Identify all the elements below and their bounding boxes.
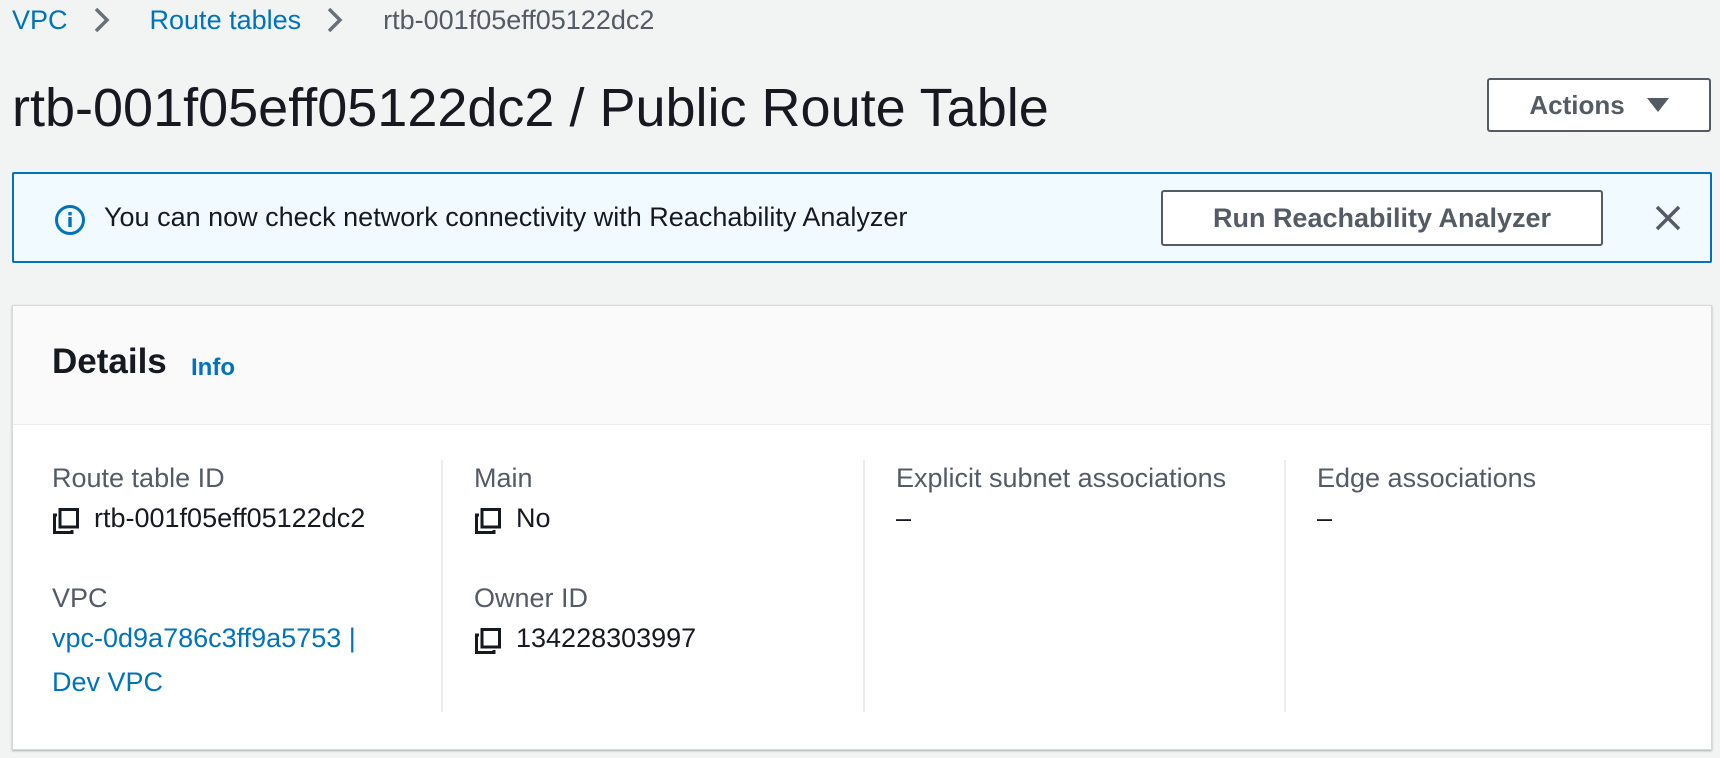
main-value: No	[516, 503, 551, 533]
main-label: Main	[474, 463, 533, 493]
breadcrumb: VPC Route tables rtb-001f05eff05122dc2	[12, 0, 654, 40]
route-table-id-field: Route table ID rtb-001f05eff05122dc2	[52, 460, 365, 540]
explicit-subnet-field: Explicit subnet associations –	[896, 460, 1226, 540]
page-title: rtb-001f05eff05122dc2 / Public Route Tab…	[12, 78, 1049, 138]
route-table-id-value-row: rtb-001f05eff05122dc2	[52, 496, 365, 540]
info-icon	[54, 204, 86, 236]
details-header: Details Info	[13, 306, 1711, 425]
copy-icon[interactable]	[474, 624, 502, 654]
actions-button-label: Actions	[1529, 89, 1625, 120]
route-table-id-value: rtb-001f05eff05122dc2	[94, 503, 366, 533]
details-title: Details	[52, 342, 167, 381]
edge-associations-field: Edge associations –	[1317, 460, 1536, 540]
owner-id-field: Owner ID 134228303997	[474, 580, 696, 660]
breadcrumb-current: rtb-001f05eff05122dc2	[383, 4, 655, 35]
chevron-right-icon	[92, 5, 122, 35]
details-column-3: Explicit subnet associations –	[863, 460, 1245, 712]
edge-associations-value: –	[1317, 503, 1333, 533]
details-columns: Route table ID rtb-001f05eff05122dc2 VPC…	[13, 424, 1711, 749]
main-field: Main No	[474, 460, 551, 540]
close-icon[interactable]	[1648, 198, 1688, 238]
details-column-4: Edge associations –	[1284, 460, 1666, 712]
explicit-subnet-label: Explicit subnet associations	[896, 463, 1227, 493]
route-table-id-label: Route table ID	[52, 463, 225, 493]
chevron-right-icon	[325, 5, 355, 35]
details-column-2: Main No Owner ID 134228303997	[441, 460, 823, 712]
actions-button[interactable]: Actions	[1487, 78, 1711, 132]
vpc-label: VPC	[52, 583, 108, 613]
vpc-field: VPC vpc-0d9a786c3ff9a5753 | Dev VPC	[52, 580, 356, 704]
explicit-subnet-value: –	[896, 503, 912, 533]
vpc-link-line1: vpc-0d9a786c3ff9a5753 |	[52, 623, 356, 653]
run-reachability-analyzer-button[interactable]: Run Reachability Analyzer	[1161, 190, 1603, 246]
main-value-row: No	[474, 496, 551, 540]
owner-id-value-row: 134228303997	[474, 616, 696, 660]
breadcrumb-route-tables[interactable]: Route tables	[150, 5, 302, 36]
details-info-link[interactable]: Info	[191, 354, 235, 382]
owner-id-value: 134228303997	[516, 623, 697, 653]
copy-icon[interactable]	[474, 504, 502, 534]
details-column-1: Route table ID rtb-001f05eff05122dc2 VPC…	[52, 460, 432, 712]
details-panel: Details Info Route table ID rtb-001f05ef…	[12, 305, 1712, 750]
vpc-link-line2: Dev VPC	[52, 667, 164, 697]
reachability-banner: You can now check network connectivity w…	[12, 172, 1712, 263]
edge-associations-label: Edge associations	[1317, 463, 1537, 493]
banner-message: You can now check network connectivity w…	[104, 202, 908, 232]
vpc-link[interactable]: vpc-0d9a786c3ff9a5753 | Dev VPC	[52, 616, 356, 704]
copy-icon[interactable]	[52, 504, 80, 534]
caret-down-icon	[1646, 98, 1669, 112]
owner-id-label: Owner ID	[474, 583, 589, 613]
breadcrumb-vpc[interactable]: VPC	[12, 5, 68, 36]
